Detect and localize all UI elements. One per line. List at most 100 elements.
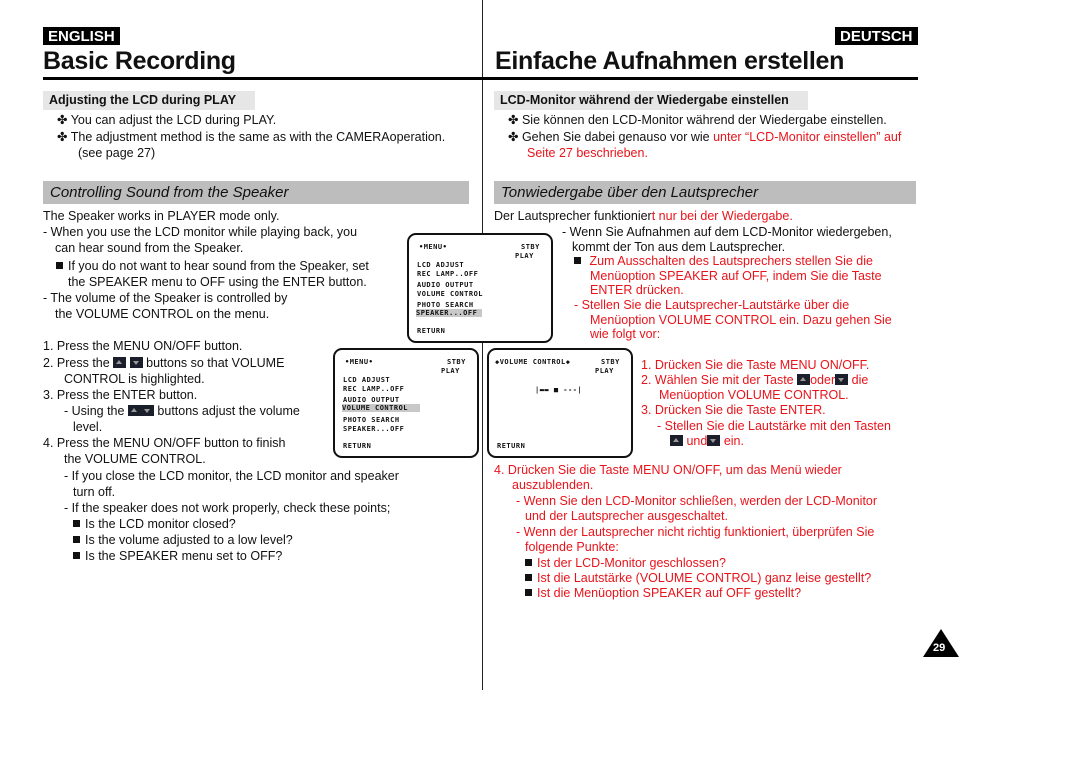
step-2-de-cont: Menüoption VOLUME CONTROL. bbox=[659, 388, 849, 402]
lcd-return: RETURN bbox=[343, 442, 372, 450]
step-2-de: 2. Wählen Sie mit der Taste oder die bbox=[641, 373, 869, 387]
note-en: - If you close the LCD monitor, the LCD … bbox=[64, 469, 399, 483]
lcd-menu-item: PHOTO SEARCH bbox=[417, 301, 474, 309]
check-item-de: Ist der LCD-Monitor geschlossen? bbox=[525, 556, 726, 572]
note-en: - If the speaker does not work properly,… bbox=[64, 501, 391, 515]
up-button-icon bbox=[797, 374, 811, 385]
step-3-en-sub: - Using the buttons adjust the volume bbox=[64, 404, 300, 418]
lcd-item-de-2-cont: Seite 27 beschrieben. bbox=[527, 146, 648, 160]
square-bullet-icon bbox=[525, 574, 532, 581]
note-en: turn off. bbox=[73, 485, 116, 499]
lcd-volume-level-bar: |▬▬ ■ ---| bbox=[535, 386, 583, 394]
check-item-en: Is the volume adjusted to a low level? bbox=[73, 533, 293, 549]
lcd-menu-item: VOLUME CONTROL bbox=[417, 290, 484, 298]
speaker-text-de: ENTER drücken. bbox=[590, 283, 684, 297]
note-de: folgende Punkte: bbox=[525, 540, 619, 554]
speaker-text: - When you use the LCD monitor while pla… bbox=[43, 225, 358, 239]
speaker-intro-en: The Speaker works in PLAYER mode only. bbox=[43, 209, 280, 223]
lcd-menu-item: LCD ADJUST bbox=[343, 376, 391, 384]
speaker-text: - The volume of the Speaker is controlle… bbox=[43, 291, 288, 305]
step-2-en: 2. Press the buttons so that VOLUME bbox=[43, 356, 285, 370]
up-button-icon bbox=[127, 405, 141, 416]
check-item-en: Is the SPEAKER menu set to OFF? bbox=[73, 549, 282, 565]
bullet-icon: ✤ bbox=[508, 113, 522, 127]
step-1-de: 1. Drücken Sie die Taste MENU ON/OFF. bbox=[641, 358, 870, 372]
speaker-text: the SPEAKER menu to OFF using the ENTER … bbox=[68, 275, 367, 289]
title-rule-deutsch bbox=[482, 77, 918, 80]
check-item-en: Is the LCD monitor closed? bbox=[73, 517, 236, 533]
page-number: 29 bbox=[933, 642, 946, 654]
lcd-status: PLAY bbox=[441, 367, 460, 375]
lcd-status: STBY bbox=[521, 243, 540, 251]
lcd-menu-item-highlighted: VOLUME CONTROL bbox=[342, 404, 420, 412]
lcd-menu-item-highlighted: SPEAKER...OFF bbox=[416, 309, 482, 317]
language-badge-deutsch: DEUTSCH bbox=[835, 27, 918, 45]
lcd-status: STBY bbox=[601, 358, 620, 366]
section-heading-speaker-en: Controlling Sound from the Speaker bbox=[43, 181, 469, 204]
lcd-return: RETURN bbox=[497, 442, 526, 450]
step-3-en: 3. Press the ENTER button. bbox=[43, 388, 198, 402]
lcd-item-en-2: ✤ The adjustment method is the same as w… bbox=[57, 130, 446, 144]
lcd-screen-menu-volume: •MENU• STBY PLAY LCD ADJUST REC LAMP..OF… bbox=[333, 348, 479, 458]
bullet-icon: ✤ bbox=[508, 130, 522, 144]
step-2-en-cont: CONTROL is highlighted. bbox=[64, 372, 205, 386]
lcd-screen-menu-speaker: •MENU• STBY PLAY LCD ADJUST REC LAMP..OF… bbox=[407, 233, 553, 343]
step-4-en-cont: the VOLUME CONTROL. bbox=[64, 452, 206, 466]
lcd-status: STBY bbox=[447, 358, 466, 366]
lcd-item-en-3: (see page 27) bbox=[78, 146, 156, 160]
lcd-item-de-1: ✤ Sie können den LCD-Monitor während der… bbox=[508, 113, 887, 127]
lcd-item-en-1: ✤ You can adjust the LCD during PLAY. bbox=[57, 113, 277, 127]
lcd-menu-item: REC LAMP..OFF bbox=[343, 385, 405, 393]
section-heading-speaker-de: Tonwiedergabe über den Lautsprecher bbox=[494, 181, 916, 204]
speaker-text: can hear sound from the Speaker. bbox=[55, 241, 244, 255]
square-bullet-icon bbox=[525, 589, 532, 596]
speaker-text-de: - Stellen Sie die Lautsprecher-Lautstärk… bbox=[574, 298, 850, 312]
speaker-text-de: - Wenn Sie Aufnahmen auf dem LCD-Monitor… bbox=[562, 225, 892, 239]
up-button-icon bbox=[113, 357, 127, 368]
lcd-menu-item: REC LAMP..OFF bbox=[417, 270, 479, 278]
speaker-text-de: Zum Ausschalten des Lautsprechers stelle… bbox=[574, 254, 873, 270]
step-3-en-cont: level. bbox=[73, 420, 103, 434]
step-4-en: 4. Press the MENU ON/OFF button to finis… bbox=[43, 436, 286, 450]
lcd-menu-item: AUDIO OUTPUT bbox=[343, 396, 400, 404]
page-title-deutsch: Einfache Aufnahmen erstellen bbox=[495, 47, 845, 75]
lcd-menu-title: •MENU• bbox=[419, 243, 448, 251]
lcd-menu-item: SPEAKER...OFF bbox=[343, 425, 405, 433]
square-bullet-icon bbox=[73, 552, 80, 559]
lcd-status: PLAY bbox=[595, 367, 614, 375]
note-de: und der Lautsprecher ausgeschaltet. bbox=[525, 509, 728, 523]
step-1-en: 1. Press the MENU ON/OFF button. bbox=[43, 339, 243, 353]
down-button-icon bbox=[129, 357, 143, 368]
check-item-de: Ist die Menüoption SPEAKER auf OFF geste… bbox=[525, 586, 801, 602]
lcd-menu-item: PHOTO SEARCH bbox=[343, 416, 400, 424]
lcd-item-de-2: ✤ Gehen Sie dabei genauso vor wie unter … bbox=[508, 130, 902, 144]
up-button-icon bbox=[670, 435, 683, 446]
step-4-de: 4. Drücken Sie die Taste MENU ON/OFF, um… bbox=[494, 463, 842, 477]
down-button-icon bbox=[835, 374, 849, 385]
speaker-text: the VOLUME CONTROL on the menu. bbox=[55, 307, 270, 321]
lcd-volume-title: ◆VOLUME CONTROL◆ bbox=[495, 358, 571, 366]
lcd-menu-item: AUDIO OUTPUT bbox=[417, 281, 474, 289]
step-3-de-sub: - Stellen Sie die Lautstärke mit den Tas… bbox=[657, 419, 891, 433]
step-3-de-cont: und ein. bbox=[670, 434, 744, 450]
square-bullet-icon bbox=[574, 257, 581, 264]
down-button-icon bbox=[140, 405, 154, 416]
page-title-english: Basic Recording bbox=[43, 47, 236, 75]
lcd-screen-volume-bar: ◆VOLUME CONTROL◆ STBY PLAY |▬▬ ■ ---| RE… bbox=[487, 348, 633, 458]
column-divider bbox=[482, 0, 483, 690]
title-rule-english bbox=[43, 77, 483, 80]
speaker-text: If you do not want to hear sound from th… bbox=[56, 259, 369, 275]
bullet-icon: ✤ bbox=[57, 113, 71, 127]
lcd-status: PLAY bbox=[515, 252, 534, 260]
step-4-de-cont: auszublenden. bbox=[512, 478, 594, 492]
square-bullet-icon bbox=[73, 520, 80, 527]
subsection-heading-lcd-en: Adjusting the LCD during PLAY bbox=[43, 91, 255, 110]
square-bullet-icon bbox=[56, 262, 63, 269]
language-badge-english: ENGLISH bbox=[43, 27, 120, 45]
bullet-icon: ✤ bbox=[57, 130, 71, 144]
step-3-de: 3. Drücken Sie die Taste ENTER. bbox=[641, 403, 826, 417]
lcd-return: RETURN bbox=[417, 327, 446, 335]
subsection-heading-lcd-de: LCD-Monitor während der Wiedergabe einst… bbox=[494, 91, 808, 110]
square-bullet-icon bbox=[525, 559, 532, 566]
speaker-intro-de: Der Lautsprecher funktioniert nur bei de… bbox=[494, 209, 793, 223]
